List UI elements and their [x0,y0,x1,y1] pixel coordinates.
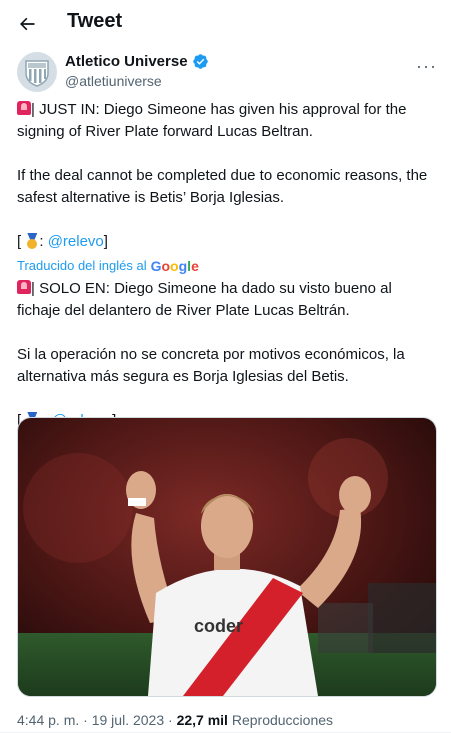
google-logo: Google [150,258,199,274]
player-celebration-image: coder [18,418,436,696]
bracket-open: [ [17,233,22,250]
tweet-time[interactable]: 4:44 p. m. [17,712,79,728]
views-label: Reproducciones [231,712,334,728]
tweet-meta: 4:44 p. m. · 19 jul. 2023 · 22,7 mil Rep… [17,712,333,728]
arrow-left-icon [20,17,35,31]
bracket-close: ] [103,233,108,250]
shirt-sponsor-text: coder [194,616,243,636]
medal-icon [25,233,39,249]
verified-badge-icon [192,54,208,69]
author-name-text: Atletico Universe [65,53,188,70]
header: Tweet [0,0,451,46]
back-button[interactable] [10,7,44,41]
tweet-date[interactable]: 19 jul. 2023 [92,712,164,728]
author-block: Atletico Universe @atletiuniverse [65,53,209,89]
separator: · [168,712,173,728]
view-count: 22,7 mil [176,712,228,728]
tweet-paragraph-en-2: If the deal cannot be completed due to e… [17,167,428,206]
tweet-paragraph-en-1: | JUST IN: Diego Simeone has given his a… [17,99,437,143]
siren-icon [17,280,31,294]
atletico-crest-icon [25,60,49,87]
translated-by-google[interactable]: Traducido del inglés al Google [17,255,437,277]
tweet-photo[interactable]: coder [17,417,437,697]
translated-label: Traducido del inglés al [17,258,147,273]
avatar[interactable] [17,52,57,92]
author-name[interactable]: Atletico Universe [65,53,209,70]
tweet-paragraph-es-1: | SOLO EN: Diego Simeone ha dado su vist… [17,278,437,322]
colon: : [39,233,44,250]
tweet-text: | JUST IN: Diego Simeone has given his a… [17,99,437,432]
page-title: Tweet [67,10,123,32]
tweet-source-en: [ : @relevo] [17,231,437,253]
relevo-link[interactable]: @relevo [48,233,104,250]
more-icon[interactable]: ··· [416,56,437,77]
tweet-en-1-text: | JUST IN: Diego Simeone has given his a… [17,101,407,140]
tweet-es-1-text: | SOLO EN: Diego Simeone ha dado su vist… [17,280,392,319]
tweet-paragraph-es-2: Si la operación no se concreta por motiv… [17,346,405,385]
author-handle[interactable]: @atletiuniverse [65,73,209,89]
siren-icon [17,101,31,115]
separator: · [83,712,88,728]
